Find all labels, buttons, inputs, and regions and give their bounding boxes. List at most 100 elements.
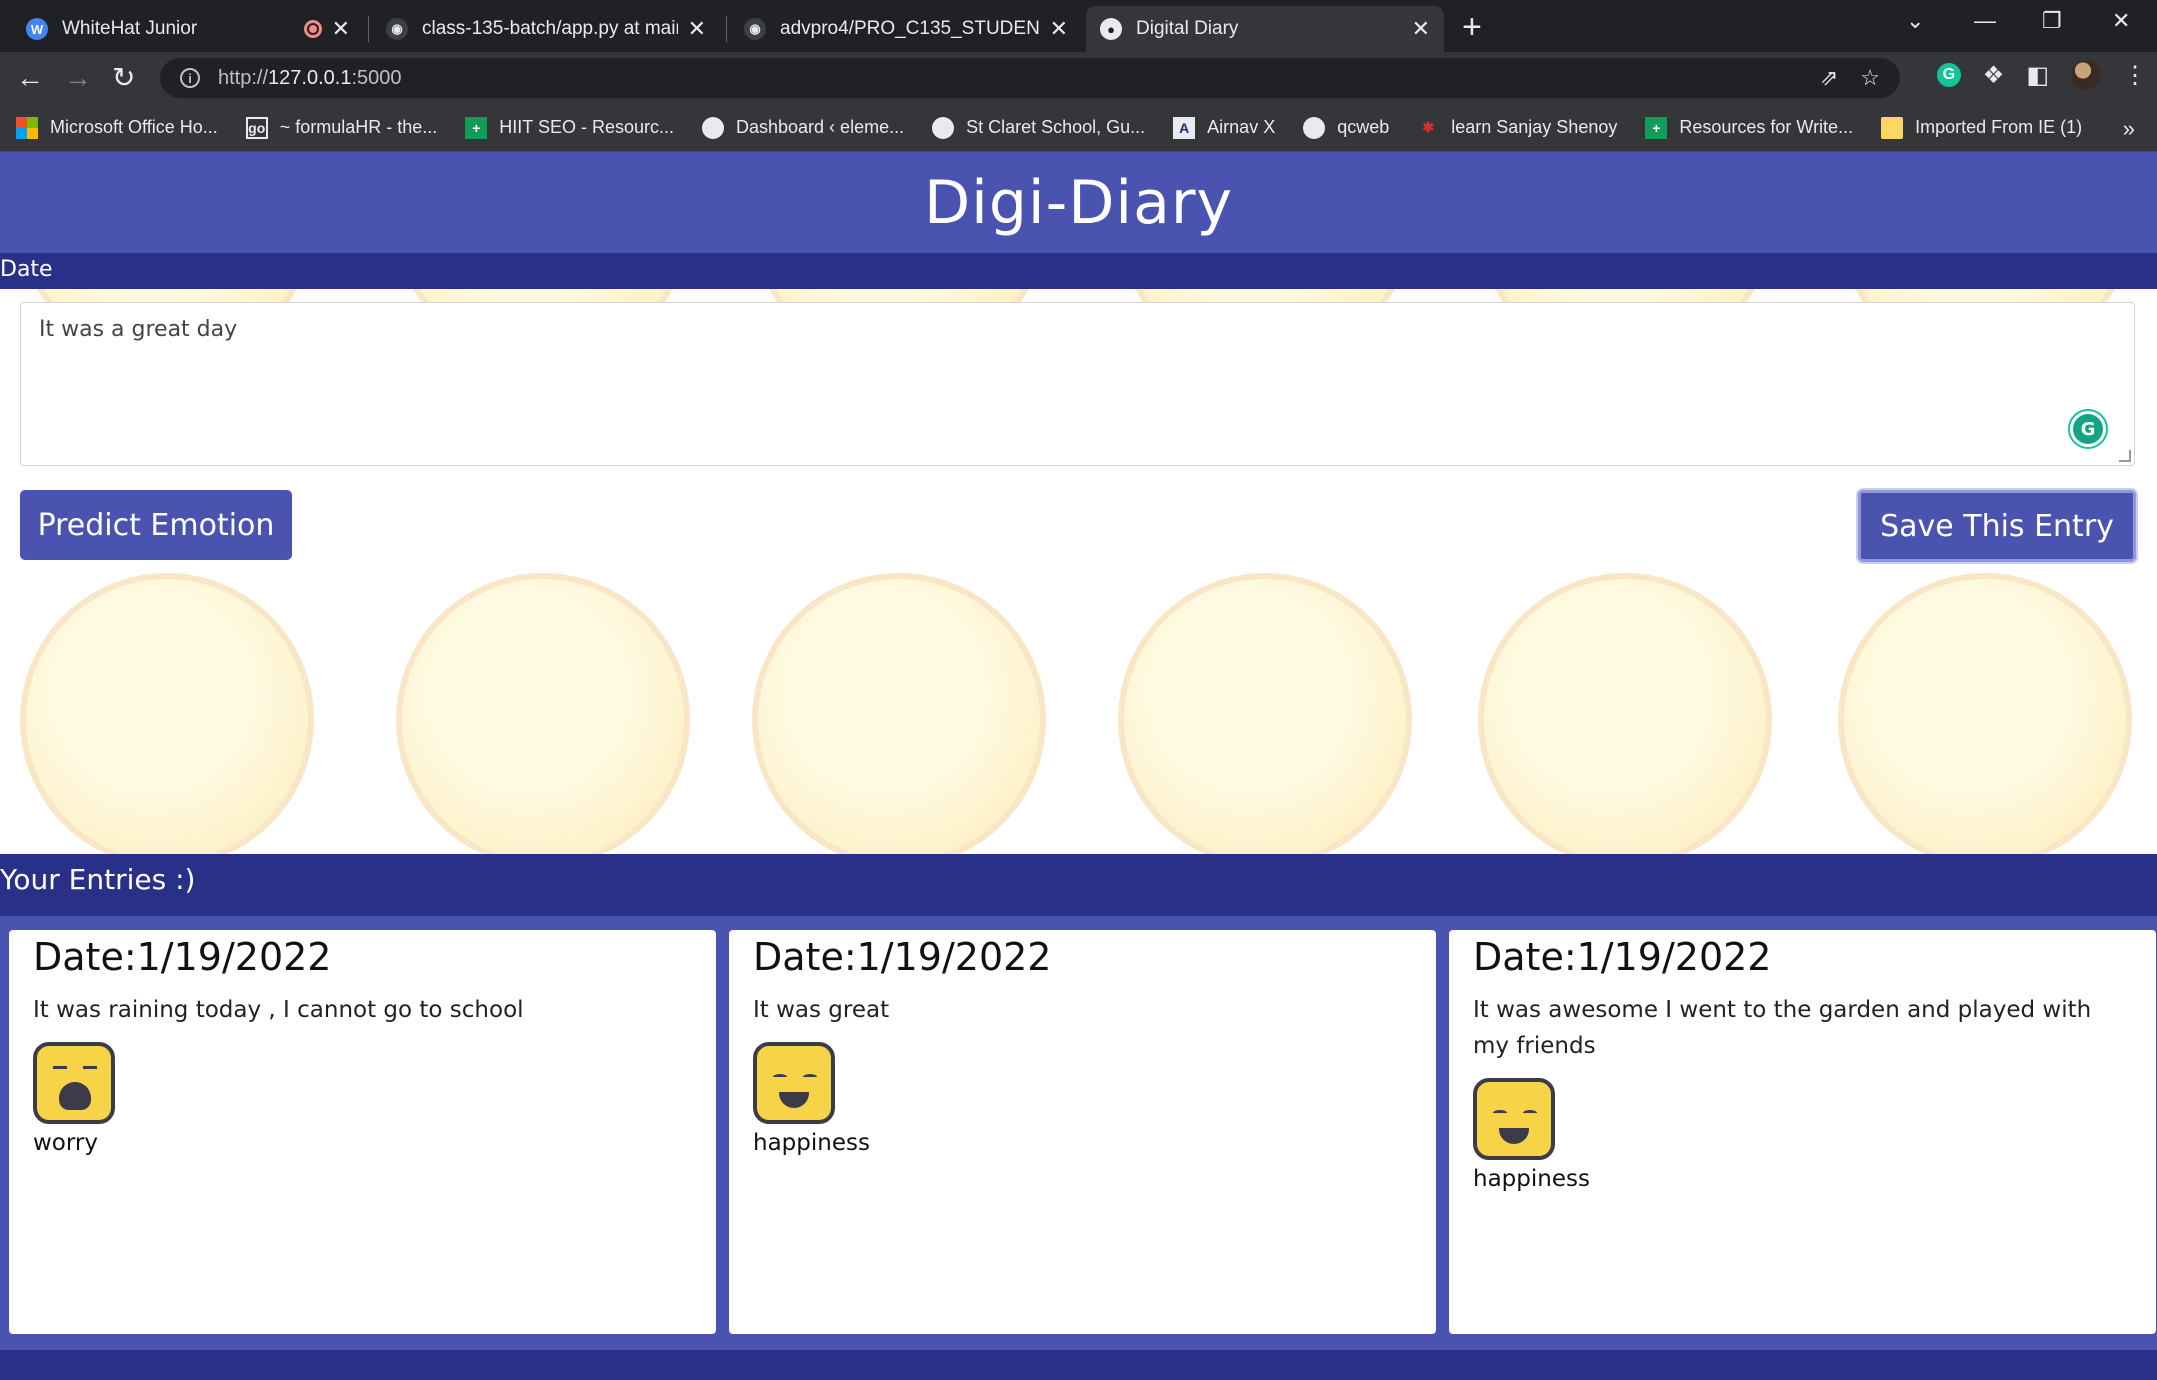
entry-date: Date:1/19/2022 bbox=[33, 935, 332, 979]
browser-toolbar: ← → ↻ i http://127.0.0.1:5000 ⇗ ☆ bbox=[0, 52, 2157, 104]
back-icon[interactable]: ← bbox=[16, 62, 44, 94]
entry-text: It was great bbox=[753, 997, 890, 1023]
happiness-emoji-icon bbox=[1473, 1078, 1555, 1160]
emoji-eye bbox=[1523, 1110, 1537, 1116]
new-tab-button[interactable]: + bbox=[1462, 10, 1482, 44]
tab-close-icon[interactable]: ✕ bbox=[688, 16, 706, 42]
neutral-emoji-icon bbox=[396, 573, 690, 867]
emoji-mouth bbox=[1499, 1128, 1529, 1144]
entry-text: It was awesome I went to the garden and … bbox=[1473, 997, 2092, 1059]
bookmark-label: Microsoft Office Ho... bbox=[50, 117, 218, 137]
bookmark-label: qcweb bbox=[1337, 117, 1390, 137]
window-close-icon[interactable]: ✕ bbox=[2112, 8, 2130, 34]
grammarly-extension-icon[interactable]: G bbox=[1936, 63, 1961, 87]
globe-icon bbox=[932, 116, 955, 139]
resize-handle-icon[interactable] bbox=[2119, 450, 2131, 462]
microsoft-icon bbox=[16, 116, 38, 139]
bookmark-qcweb[interactable]: qcweb bbox=[1303, 116, 1390, 139]
tab-close-icon[interactable]: ✕ bbox=[1412, 16, 1430, 42]
bookmark-label: HIIT SEO - Resourc... bbox=[499, 117, 674, 137]
globe-favicon-icon: ● bbox=[1100, 18, 1122, 40]
page-content: Digi-Diary Date It was a great day G Pre… bbox=[0, 152, 2157, 1380]
bookmark-star-icon[interactable]: ☆ bbox=[1860, 65, 1880, 91]
whitehat-favicon-icon: W bbox=[26, 18, 48, 40]
bookmark-label: Imported From IE (1) bbox=[1915, 117, 2083, 137]
bookmark-label: Resources for Write... bbox=[1679, 117, 1854, 137]
learn-icon: ✱ bbox=[1422, 119, 1435, 135]
bookmark-airnav[interactable]: A Airnav X bbox=[1173, 116, 1276, 139]
extensions-puzzle-icon[interactable]: ❖ bbox=[1983, 61, 2005, 90]
tab-github-advpro4[interactable]: ◉ advpro4/PRO_C135_STUDENT_B ✕ bbox=[730, 6, 1082, 52]
minimize-icon[interactable]: — bbox=[1974, 8, 1996, 34]
url-host: 127.0.0.1 bbox=[268, 66, 352, 89]
emoji-eye bbox=[803, 1074, 817, 1080]
entry-card: Date:1/19/2022 It was awesome I went to … bbox=[1449, 930, 2156, 1334]
predict-emotion-button[interactable]: Predict Emotion bbox=[20, 490, 292, 560]
airnav-icon: A bbox=[1173, 116, 1196, 139]
sunglasses-emoji-icon bbox=[752, 573, 1046, 867]
tab-github-app-py[interactable]: ◉ class-135-batch/app.py at main · ✕ bbox=[372, 6, 720, 52]
bookmark-microsoft-office[interactable]: Microsoft Office Ho... bbox=[16, 116, 218, 139]
share-icon[interactable]: ⇗ bbox=[1820, 65, 1838, 91]
sheets-icon: + bbox=[1645, 116, 1668, 139]
bookmark-hiit-seo[interactable]: + HIIT SEO - Resourc... bbox=[465, 116, 674, 139]
tab-whitehat-junior[interactable]: W WhiteHat Junior ✕ bbox=[12, 6, 364, 52]
bookmark-resources-writers[interactable]: + Resources for Write... bbox=[1645, 116, 1854, 139]
forward-icon[interactable]: → bbox=[64, 62, 92, 94]
grammarly-badge[interactable]: G bbox=[2068, 409, 2108, 449]
tab-title: WhiteHat Junior bbox=[62, 18, 198, 39]
chrome-menu-icon[interactable]: ⋮ bbox=[2123, 61, 2147, 90]
address-bar[interactable]: i http://127.0.0.1:5000 ⇗ ☆ bbox=[160, 58, 1900, 98]
go-icon: go bbox=[245, 116, 268, 139]
entry-date: Date:1/19/2022 bbox=[753, 935, 1052, 979]
globe-icon bbox=[702, 116, 724, 139]
restore-icon[interactable]: ❐ bbox=[2042, 8, 2062, 34]
save-entry-button[interactable]: Save This Entry bbox=[1858, 490, 2136, 562]
date-label: Date bbox=[0, 253, 2157, 289]
entry-emotion: happiness bbox=[753, 1130, 870, 1156]
bookmark-label: learn Sanjay Shenoy bbox=[1451, 117, 1618, 137]
tab-title: advpro4/PRO_C135_STUDENT_B bbox=[780, 18, 1040, 39]
tab-title: Digital Diary bbox=[1136, 18, 1239, 39]
tab-search-icon[interactable]: ⌄ bbox=[1906, 8, 1924, 34]
github-favicon-icon: ◉ bbox=[744, 18, 766, 40]
diary-entry-textarea[interactable]: It was a great day G bbox=[20, 302, 2135, 466]
github-favicon-icon: ◉ bbox=[386, 18, 408, 40]
app-header: Digi-Diary bbox=[0, 152, 2157, 253]
bookmark-learn-sanjay[interactable]: ✱ learn Sanjay Shenoy bbox=[1417, 117, 1617, 139]
bookmarks-bar: Microsoft Office Ho... go ~ formulaHR - … bbox=[0, 104, 2157, 152]
happiness-emoji-icon bbox=[753, 1042, 835, 1124]
bookmark-dashboard[interactable]: Dashboard ‹ eleme... bbox=[702, 116, 905, 139]
smiling-emoji-icon bbox=[1118, 573, 1412, 867]
site-info-icon[interactable]: i bbox=[180, 68, 200, 88]
entries-heading: Your Entries :) bbox=[0, 854, 2157, 916]
grimacing-emoji-icon bbox=[20, 573, 314, 867]
side-panel-icon[interactable]: ◧ bbox=[2026, 61, 2049, 90]
grammarly-icon: G bbox=[2073, 414, 2103, 444]
bookmark-imported-ie[interactable]: Imported From IE (1) bbox=[1881, 116, 2083, 139]
emoji-eye bbox=[53, 1066, 67, 1070]
more-bookmarks-chevron-icon[interactable]: » bbox=[2123, 116, 2135, 142]
recording-icon bbox=[303, 20, 322, 38]
entry-text-value: It was a great day bbox=[39, 317, 238, 342]
profile-avatar[interactable] bbox=[2071, 60, 2101, 90]
app-title: Digi-Diary bbox=[923, 167, 1234, 238]
tab-digital-diary[interactable]: ● Digital Diary ✕ bbox=[1086, 6, 1444, 52]
tab-title: class-135-batch/app.py at main · bbox=[422, 18, 678, 39]
tab-close-icon[interactable]: ✕ bbox=[332, 16, 350, 42]
tab-close-icon[interactable]: ✕ bbox=[1050, 16, 1068, 42]
footer-strip bbox=[0, 1350, 2157, 1380]
browser-tab-bar: W WhiteHat Junior ✕ ◉ class-135-batch/ap… bbox=[0, 0, 2157, 52]
bookmark-label: Airnav X bbox=[1207, 117, 1276, 137]
sweat-smile-emoji-icon bbox=[1478, 573, 1772, 867]
extension-icons: G ❖ ◧ ⋮ bbox=[1936, 60, 2147, 90]
bookmark-formulahr[interactable]: go ~ formulaHR - the... bbox=[245, 116, 438, 139]
bookmark-label: ~ formulaHR - the... bbox=[279, 117, 438, 137]
bookmark-label: Dashboard ‹ eleme... bbox=[736, 117, 905, 137]
bookmark-st-claret[interactable]: St Claret School, Gu... bbox=[932, 116, 1145, 139]
emoji-mouth bbox=[779, 1092, 809, 1108]
entry-emotion: happiness bbox=[1473, 1166, 1590, 1192]
entry-card: Date:1/19/2022 It was great happiness bbox=[729, 930, 1436, 1334]
reload-icon[interactable]: ↻ bbox=[112, 62, 135, 94]
tab-separator bbox=[726, 16, 727, 42]
